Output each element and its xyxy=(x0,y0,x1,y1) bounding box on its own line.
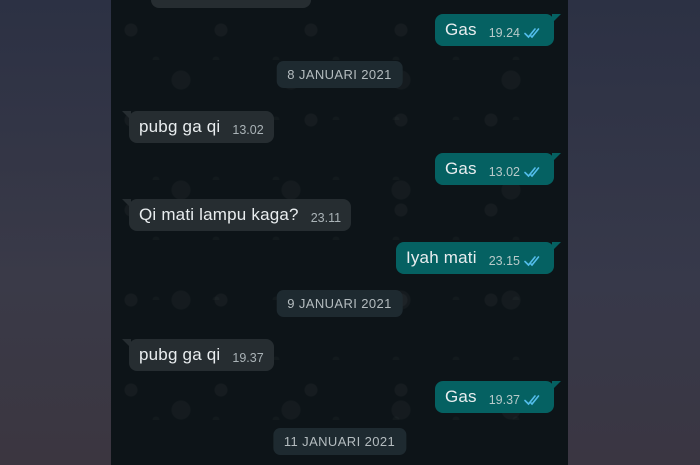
incoming-message-bubble[interactable]: Qi mati lampu kaga? 23.11 xyxy=(122,199,352,231)
bubble-tail xyxy=(552,153,561,162)
outgoing-message-bubble[interactable]: Gas 19.24 xyxy=(434,14,561,46)
message-text: pubg ga qi xyxy=(139,117,221,136)
bubble-tail xyxy=(552,14,561,23)
message-text: Gas xyxy=(444,159,477,178)
double-check-read-icon xyxy=(524,167,540,178)
incoming-message-bubble[interactable]: pubg ga qi 13.02 xyxy=(122,111,274,143)
chat-message-list[interactable]: Gas 19.24 8 JANUARI 2021 pubg ga qi 13.0… xyxy=(111,0,568,465)
message-row: pubg ga qi 13.02 xyxy=(111,111,568,151)
blurred-left-margin xyxy=(0,0,111,465)
message-row: Iyah mati 23.15 xyxy=(111,242,568,282)
outgoing-message-bubble[interactable]: Gas 13.02 xyxy=(434,153,561,185)
message-time: 23.15 xyxy=(488,254,520,268)
message-time: 13.02 xyxy=(488,165,520,179)
bubble-tail xyxy=(122,199,131,208)
bubble-tail xyxy=(122,111,131,120)
message-time: 23.11 xyxy=(310,211,342,225)
incoming-message-bubble[interactable]: pubg ga qi 19.37 xyxy=(122,339,274,371)
blurred-right-margin xyxy=(568,0,700,465)
message-text: Iyah mati xyxy=(405,248,477,267)
message-time: 19.37 xyxy=(488,393,520,407)
message-row: pubg ga qi 19.37 xyxy=(111,339,568,379)
outgoing-message-bubble[interactable]: Gas 19.37 xyxy=(434,381,561,413)
message-row: Gas 13.02 xyxy=(111,153,568,193)
outgoing-message-bubble[interactable]: Iyah mati 23.15 xyxy=(395,242,561,274)
message-row: Gas 19.37 xyxy=(111,381,568,421)
message-time: 13.02 xyxy=(232,123,264,137)
partial-incoming-bubble xyxy=(151,0,311,8)
message-row: Gas 19.24 xyxy=(111,14,568,54)
bubble-tail xyxy=(122,339,131,348)
double-check-read-icon xyxy=(524,256,540,267)
bubble-tail xyxy=(552,381,561,390)
double-check-read-icon xyxy=(524,395,540,406)
date-separator: 11 JANUARI 2021 xyxy=(272,428,407,455)
bubble-tail xyxy=(552,242,561,251)
message-row: Qi mati lampu kaga? 23.11 xyxy=(111,199,568,239)
message-time: 19.24 xyxy=(488,26,520,40)
message-time: 19.37 xyxy=(232,351,264,365)
message-text: Gas xyxy=(444,20,477,39)
message-text: Gas xyxy=(444,387,477,406)
message-text: pubg ga qi xyxy=(139,345,221,364)
date-separator: 8 JANUARI 2021 xyxy=(276,61,403,88)
double-check-read-icon xyxy=(524,28,540,39)
date-separator: 9 JANUARI 2021 xyxy=(276,290,403,317)
message-text: Qi mati lampu kaga? xyxy=(139,205,299,224)
